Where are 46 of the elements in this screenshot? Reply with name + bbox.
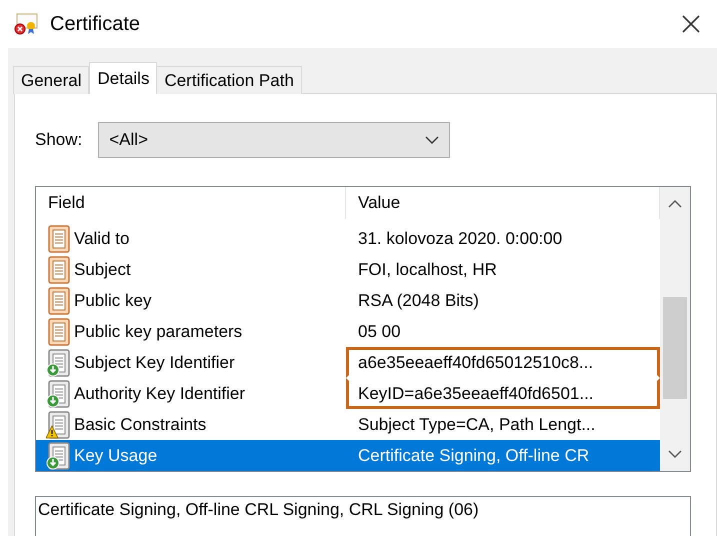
show-dropdown[interactable]: <All>	[98, 122, 450, 158]
field-name: Authority Key Identifier	[74, 384, 246, 404]
field-name: Subject Key Identifier	[74, 352, 235, 372]
document-download-icon	[46, 348, 72, 376]
field-value: RSA (2048 Bits)	[357, 290, 480, 312]
document-download-icon	[46, 380, 72, 408]
document-warning-icon	[46, 410, 72, 438]
field-value: Subject Type=CA, Path Lengt...	[357, 414, 596, 436]
field-name: Public key parameters	[74, 322, 242, 342]
document-icon	[46, 318, 72, 346]
field-name: Valid to	[74, 228, 130, 248]
list-row[interactable]: Key Usage Certificate Signing, Off-line CR	[36, 440, 660, 471]
list-row[interactable]: Public key RSA (2048 Bits)	[36, 285, 660, 316]
field-name: Subject	[74, 260, 131, 280]
document-download-icon	[46, 442, 72, 470]
document-icon	[46, 286, 72, 314]
field-value: 31. kolovoza 2020. 0:00:00	[357, 228, 564, 250]
field-value: a6e35eeaeff40fd65012510c8...	[346, 347, 660, 378]
scroll-thumb[interactable]	[663, 297, 687, 399]
show-label: Show:	[35, 130, 82, 150]
window-title: Certificate	[50, 12, 142, 36]
list-row[interactable]: Valid to 31. kolovoza 2020. 0:00:00	[36, 223, 660, 254]
list-row[interactable]: Public key parameters 05 00	[36, 316, 660, 347]
list-row[interactable]: Authority Key Identifier KeyID=a6e35eeaeff40fd6501...	[36, 378, 660, 409]
detail-field[interactable]: Certificate Signing, Off-line CRL Signing, CRL Signing (06)	[35, 496, 691, 536]
chevron-down-icon	[668, 450, 682, 458]
scrollbar[interactable]	[660, 187, 690, 471]
field-name: Basic Constraints	[74, 414, 206, 434]
list-row[interactable]: Subject FOI, localhost, HR	[36, 254, 660, 285]
field-value: KeyID=a6e35eeaeff40fd6501...	[346, 378, 660, 409]
field-value: Certificate Signing, Off-line CR	[357, 444, 590, 466]
certificate-icon	[14, 13, 40, 35]
field-value: 05 00	[357, 320, 402, 342]
tab[interactable]: Certification Path	[156, 66, 302, 94]
list-row[interactable]: Subject Key Identifier a6e35eeaeff40fd65012510c8...	[36, 347, 660, 378]
chevron-down-icon	[425, 136, 440, 144]
list-row[interactable]: Basic Constraints Subject Type=CA, Path Lengt...	[36, 409, 660, 440]
field-name: Public key	[74, 290, 152, 310]
chevron-up-icon	[668, 200, 682, 208]
tab[interactable]: General	[13, 66, 90, 94]
document-icon	[46, 224, 72, 252]
tab[interactable]: Details	[89, 62, 158, 94]
field-name: Key Usage	[74, 446, 158, 466]
document-icon	[46, 256, 72, 284]
field-value: FOI, localhost, HR	[357, 258, 498, 280]
column-header[interactable]: Field	[36, 187, 346, 219]
